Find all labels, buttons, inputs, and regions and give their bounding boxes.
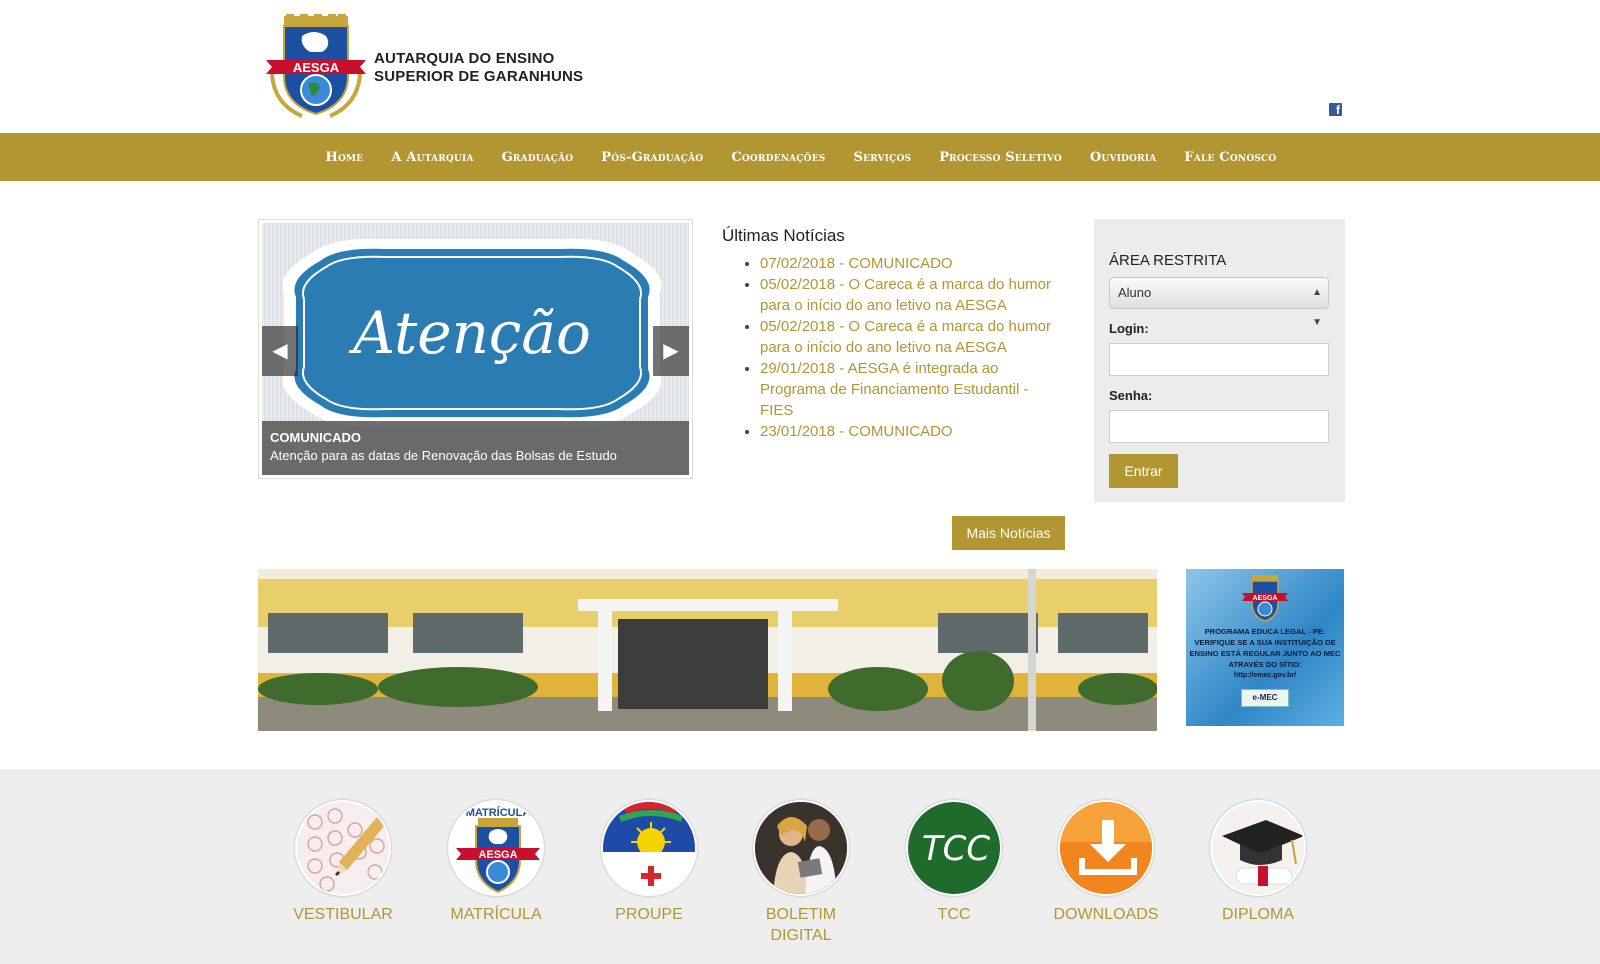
user-type-select-value: Aluno bbox=[1118, 285, 1152, 300]
nav-item-autarquia[interactable]: A Autarquia bbox=[391, 150, 473, 165]
quick-links-footer: VESTIBULAR MATRÍCULA AESGA MATRÍCULA PRO… bbox=[0, 769, 1600, 964]
quick-link-label: DOWNLOADS bbox=[1053, 906, 1159, 923]
login-submit-button[interactable]: Entrar bbox=[1109, 454, 1178, 488]
tcc-icon[interactable]: TCC bbox=[906, 800, 1002, 896]
quick-link-label: TCC bbox=[937, 906, 971, 923]
campus-building-image bbox=[258, 569, 1157, 731]
news-item[interactable]: 23/01/2018 - COMUNICADO bbox=[760, 421, 1062, 442]
nav-item-ouvidoria[interactable]: Ouvidoria bbox=[1090, 150, 1156, 165]
nav-item-fale-conosco[interactable]: Fale Conosco bbox=[1184, 150, 1276, 165]
nav-item-coordenacoes[interactable]: Coordenações bbox=[731, 150, 825, 165]
emec-banner-text: PROGRAMA EDUCA LEGAL - PE: VERIFIQUE SE … bbox=[1186, 626, 1344, 681]
login-label: Login: bbox=[1109, 321, 1149, 336]
slide-image[interactable]: Atenção ◀ ▶ COMUNICADO Atenção para as d… bbox=[262, 223, 689, 475]
logo-acronym: AESGA bbox=[293, 60, 340, 75]
news-heading: Últimas Notícias bbox=[722, 226, 845, 245]
user-type-select[interactable]: Aluno ▲ ▼ bbox=[1109, 277, 1329, 328]
quick-link-vestibular[interactable]: VESTIBULAR bbox=[283, 800, 403, 925]
restricted-area-heading: ÁREA RESTRITA bbox=[1109, 252, 1227, 269]
slider-prev-arrow-icon[interactable]: ◀ bbox=[262, 326, 298, 376]
main-navigation: Home A Autarquia Graduação Pós-Graduação… bbox=[0, 133, 1600, 181]
nav-item-home[interactable]: Home bbox=[326, 150, 364, 165]
campus-photo bbox=[258, 569, 1157, 731]
quick-link-tcc[interactable]: TCC TCC bbox=[894, 800, 1014, 925]
news-item[interactable]: 29/01/2018 - AESGA é integrada ao Progra… bbox=[760, 358, 1062, 421]
slide-image-text: Atenção bbox=[348, 299, 591, 367]
emec-banner-url: http://emec.gov.br/ bbox=[1233, 672, 1297, 679]
slide-caption-text: Atenção para as datas de Renovação das B… bbox=[270, 448, 617, 463]
site-header: AESGA AUTARQUIA DO ENSINO SUPERIOR DE GA… bbox=[0, 0, 1600, 133]
emec-logo: e-MEC bbox=[1241, 689, 1289, 707]
slide-caption: COMUNICADO Atenção para as datas de Reno… bbox=[262, 421, 689, 475]
select-arrows-icon: ▲ ▼ bbox=[1312, 287, 1322, 328]
quick-link-boletim-digital[interactable]: BOLETIM DIGITAL bbox=[741, 800, 861, 946]
facebook-icon[interactable]: f bbox=[1329, 103, 1342, 117]
login-input[interactable] bbox=[1109, 343, 1329, 376]
organization-name: AUTARQUIA DO ENSINO SUPERIOR DE GARANHUN… bbox=[374, 50, 583, 86]
aesga-crest-logo[interactable]: AESGA bbox=[262, 14, 370, 120]
more-news-button[interactable]: Mais Notícias bbox=[952, 516, 1065, 550]
quick-link-label: PROUPE bbox=[615, 906, 683, 923]
password-label: Senha: bbox=[1109, 388, 1153, 403]
nav-item-pos-graduacao[interactable]: Pós-Graduação bbox=[601, 150, 703, 165]
quick-link-diploma[interactable]: DIPLOMA bbox=[1198, 800, 1318, 925]
org-name-line1: AUTARQUIA DO ENSINO bbox=[374, 50, 555, 67]
quick-link-proupe[interactable]: PROUPE bbox=[589, 800, 709, 925]
slide-caption-title: COMUNICADO bbox=[270, 430, 361, 445]
restricted-area-panel: ÁREA RESTRITA Aluno ▲ ▼ Login: Senha: Ent… bbox=[1094, 219, 1345, 502]
latest-news: Últimas Notícias 07/02/2018 - COMUNICADO… bbox=[722, 226, 1062, 442]
news-item[interactable]: 05/02/2018 - O Careca é a marca do humor… bbox=[760, 316, 1062, 358]
quick-link-downloads[interactable]: DOWNLOADS bbox=[1046, 800, 1166, 925]
matricula-crest-icon[interactable]: MATRÍCULA AESGA bbox=[448, 800, 544, 896]
atencao-badge-graphic: Atenção bbox=[282, 238, 662, 428]
nav-item-processo-seletivo[interactable]: Processo Seletivo bbox=[939, 150, 1062, 165]
emec-aesga-crest-icon: AESGA bbox=[1242, 575, 1288, 622]
quick-link-label: DIPLOMA bbox=[1221, 906, 1294, 923]
emec-banner-message: PROGRAMA EDUCA LEGAL - PE: VERIFIQUE SE … bbox=[1189, 627, 1341, 669]
slider-next-arrow-icon[interactable]: ▶ bbox=[653, 326, 689, 376]
matricula-arc-text: MATRÍCULA bbox=[466, 806, 531, 819]
news-item[interactable]: 05/02/2018 - O Careca é a marca do humor… bbox=[760, 274, 1062, 316]
news-item[interactable]: 07/02/2018 - COMUNICADO bbox=[760, 253, 1062, 274]
download-icon[interactable] bbox=[1058, 800, 1154, 896]
org-name-line2: SUPERIOR DE GARANHUNS bbox=[374, 68, 584, 85]
tcc-circle-text: TCC bbox=[922, 829, 991, 869]
emec-acronym: AESGA bbox=[1253, 595, 1278, 602]
quick-link-matricula[interactable]: MATRÍCULA AESGA MATRÍCULA bbox=[436, 800, 556, 925]
nav-item-graduacao[interactable]: Graduação bbox=[502, 150, 574, 165]
quick-link-label: MATRÍCULA bbox=[450, 906, 542, 923]
quick-link-label: BOLETIM DIGITAL bbox=[765, 906, 837, 944]
students-icon[interactable] bbox=[753, 800, 849, 896]
news-slider[interactable]: Atenção ◀ ▶ COMUNICADO Atenção para as d… bbox=[258, 219, 693, 479]
pernambuco-flag-icon[interactable] bbox=[601, 800, 697, 896]
password-input[interactable] bbox=[1109, 410, 1329, 443]
graduation-cap-icon[interactable] bbox=[1210, 800, 1306, 896]
nav-item-servicos[interactable]: Serviços bbox=[853, 150, 911, 165]
matricula-crest-acronym: AESGA bbox=[478, 849, 517, 861]
emec-banner[interactable]: AESGA PROGRAMA EDUCA LEGAL - PE: VERIFIQ… bbox=[1186, 569, 1344, 726]
quick-link-label: VESTIBULAR bbox=[293, 906, 393, 923]
exam-pencil-icon[interactable] bbox=[295, 800, 391, 896]
